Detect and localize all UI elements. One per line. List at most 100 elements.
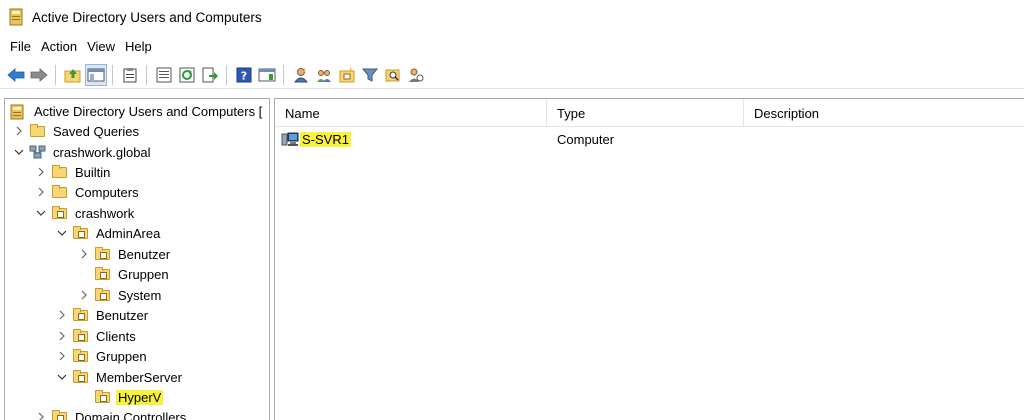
new-user-icon[interactable]	[290, 64, 312, 86]
new-group-icon[interactable]	[313, 64, 335, 86]
show-hide-console-tree-icon[interactable]	[85, 63, 107, 86]
chevron-right-icon[interactable]	[56, 350, 68, 362]
tree-root[interactable]: Active Directory Users and Computers [	[9, 101, 264, 121]
menu-file[interactable]: File	[10, 39, 41, 54]
menu-view[interactable]: View	[87, 39, 125, 54]
tree-label: System	[118, 287, 162, 303]
tree-label: Builtin	[75, 164, 111, 180]
type-cell: Computer	[557, 131, 615, 147]
tree-label: Benutzer	[96, 307, 149, 323]
title-bar: Active Directory Users and Computers	[0, 0, 1024, 34]
column-header-description[interactable]: Description	[744, 99, 1024, 127]
menu-action[interactable]: Action	[41, 39, 87, 54]
tree-item-clients[interactable]: Clients	[56, 326, 138, 346]
find-icon[interactable]	[382, 64, 404, 86]
filter-icon[interactable]	[359, 64, 381, 86]
tree-label: Domain Controllers	[75, 409, 187, 420]
window-title: Active Directory Users and Computers	[32, 9, 262, 25]
tree-label: Gruppen	[96, 348, 147, 364]
forward-icon[interactable]	[28, 64, 50, 86]
ou-icon	[72, 370, 89, 384]
tree-item-adminarea-benutzer[interactable]: Benutzer	[78, 244, 172, 264]
chevron-right-icon[interactable]	[35, 186, 47, 198]
tree-label-selected: HyperV	[116, 389, 164, 405]
clipboard-icon[interactable]	[119, 64, 141, 86]
tree-item-gruppen[interactable]: Gruppen	[56, 346, 149, 366]
chevron-down-icon[interactable]	[13, 146, 25, 158]
app-icon	[9, 8, 23, 26]
menu-help[interactable]: Help	[125, 39, 162, 54]
ou-icon	[72, 226, 89, 240]
domain-icon	[29, 145, 46, 159]
chevron-right-icon[interactable]	[56, 309, 68, 321]
chevron-down-icon[interactable]	[56, 227, 68, 239]
refresh-icon[interactable]	[176, 64, 198, 86]
tree-label: Computers	[75, 184, 139, 200]
chevron-right-icon[interactable]	[78, 289, 90, 301]
toolbar: ?	[0, 61, 1024, 89]
ou-icon	[94, 288, 111, 302]
name-cell: S-SVR1	[275, 131, 547, 147]
list-header: Name Type Description	[275, 99, 1024, 127]
ou-icon	[51, 206, 68, 220]
chevron-placeholder	[78, 391, 90, 403]
export-list-icon[interactable]	[199, 64, 221, 86]
ou-icon	[94, 267, 111, 281]
tree-item-hyperv[interactable]: HyperV	[78, 387, 164, 407]
tree-label: crashwork.global	[53, 144, 151, 160]
back-icon[interactable]	[5, 64, 27, 86]
tree-label: Benutzer	[118, 246, 171, 262]
tree-label: crashwork	[75, 205, 135, 221]
tree-label-root: Active Directory Users and Computers [	[34, 103, 263, 119]
chevron-right-icon[interactable]	[35, 411, 47, 420]
tree-item-computers[interactable]: Computers	[35, 182, 141, 202]
tree-label: Gruppen	[118, 266, 169, 282]
new-ou-icon[interactable]	[336, 64, 358, 86]
chevron-down-icon[interactable]	[35, 207, 47, 219]
ou-icon	[72, 329, 89, 343]
toolbar-separator	[112, 64, 113, 85]
tree-item-benutzer[interactable]: Benutzer	[56, 305, 150, 325]
details-list[interactable]: Name Type Description S-SVR1 Computer	[274, 98, 1024, 420]
tree-label: MemberServer	[96, 369, 182, 385]
chevron-right-icon[interactable]	[13, 125, 25, 137]
tree-item-adminarea-system[interactable]: System	[78, 285, 163, 305]
chevron-down-icon[interactable]	[56, 371, 68, 383]
properties-icon[interactable]	[153, 64, 175, 86]
ou-icon	[72, 308, 89, 322]
tree-item-memberserver[interactable]: MemberServer	[56, 367, 184, 387]
svg-text:?: ?	[241, 69, 247, 82]
chevron-right-icon[interactable]	[35, 166, 47, 178]
tree-item-domain-controllers[interactable]: Domain Controllers	[35, 407, 188, 420]
action-pane-icon[interactable]	[256, 64, 278, 86]
tree-item-adminarea-gruppen[interactable]: Gruppen	[78, 264, 171, 284]
menu-bar: File Action View Help	[0, 36, 1024, 56]
chevron-right-icon[interactable]	[56, 330, 68, 342]
tree-label: AdminArea	[96, 225, 161, 241]
tree-item-domain[interactable]: crashwork.global	[13, 142, 153, 162]
tree-item-adminarea[interactable]: AdminArea	[56, 223, 162, 243]
tree-item-crashwork[interactable]: crashwork	[35, 203, 136, 223]
ou-icon	[51, 410, 68, 420]
column-header-name[interactable]: Name	[275, 99, 547, 127]
help-icon[interactable]: ?	[233, 64, 255, 86]
computer-icon	[281, 131, 299, 147]
tree-label: Saved Queries	[53, 123, 139, 139]
up-level-icon[interactable]	[62, 64, 84, 86]
chevron-placeholder	[78, 268, 90, 280]
delegate-icon[interactable]	[405, 64, 427, 86]
chevron-right-icon[interactable]	[78, 248, 90, 260]
toolbar-separator	[55, 64, 56, 85]
toolbar-separator	[146, 64, 147, 85]
snapin-icon	[10, 104, 27, 120]
ou-icon	[72, 349, 89, 363]
ou-icon	[94, 390, 111, 404]
tree-item-saved-queries[interactable]: Saved Queries	[13, 121, 141, 141]
tree-item-builtin[interactable]: Builtin	[35, 162, 112, 182]
toolbar-separator	[283, 64, 284, 85]
list-item[interactable]: S-SVR1 Computer	[275, 129, 1024, 149]
folder-icon	[51, 185, 68, 199]
computer-name: S-SVR1	[300, 131, 351, 147]
column-header-type[interactable]: Type	[547, 99, 744, 127]
console-tree[interactable]: Active Directory Users and Computers [ S…	[4, 98, 270, 420]
